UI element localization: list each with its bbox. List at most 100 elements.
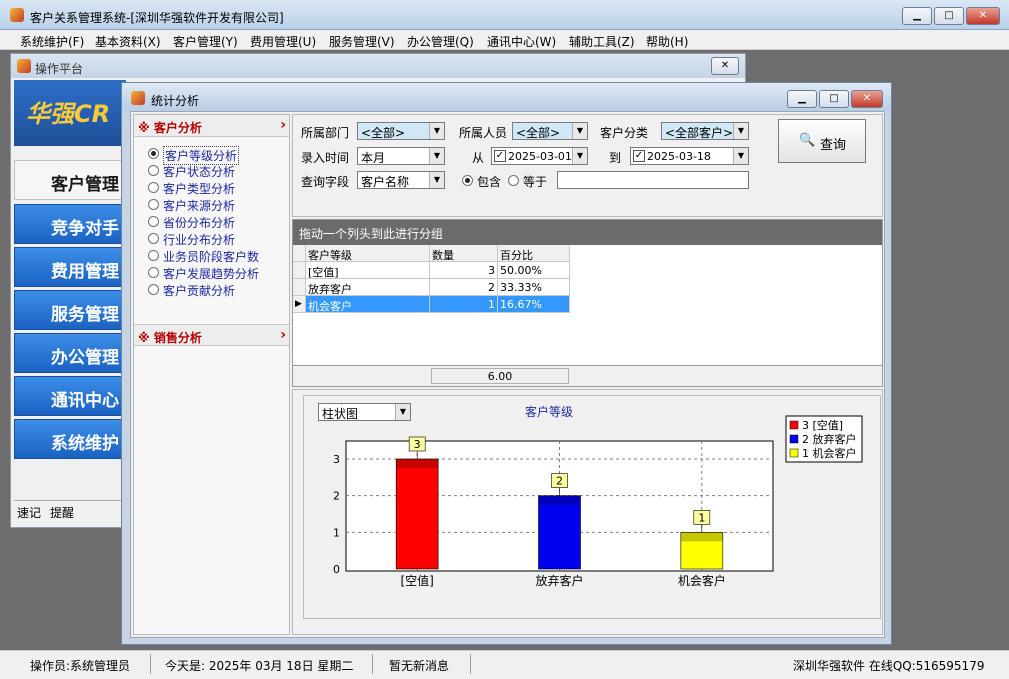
nav-expense-management[interactable]: 费用管理: [14, 247, 126, 287]
nav-service-management[interactable]: 服务管理: [14, 290, 126, 330]
customer-analysis-header[interactable]: ※ 客户分析 ›: [134, 115, 289, 137]
bar-0: [395, 458, 439, 570]
company-status: 深圳华强软件 在线QQ:516595179: [793, 659, 985, 673]
table-cell[interactable]: 放弃客户: [306, 279, 430, 296]
statistics-window-titlebar: 统计分析 ▁ □ ✕: [122, 83, 891, 111]
menu-item-service[interactable]: 服务管理(V): [329, 33, 395, 50]
column-header-percent[interactable]: 百分比: [498, 245, 570, 262]
y-tick-label: 1: [333, 526, 340, 539]
statistics-window-title: 统计分析: [151, 94, 200, 108]
nav-customer-management[interactable]: 客户管理: [14, 160, 126, 200]
close-button[interactable]: ✕: [966, 7, 1000, 25]
main-window-title: 客户关系管理系统-[深圳华强软件开发有限公司]: [30, 11, 284, 25]
search-icon: 🔍: [799, 133, 816, 148]
menu-item-expense[interactable]: 费用管理(U): [250, 33, 316, 50]
minimize-button[interactable]: ▁: [787, 90, 817, 108]
x-tick-label: 放弃客户: [535, 573, 583, 588]
dept-label: 所属部门: [301, 126, 350, 140]
radio-selected-icon: [462, 175, 473, 186]
checkbox-checked-icon: ✓: [494, 150, 506, 162]
section-marker-icon: ※: [138, 121, 150, 135]
dropdown-arrow-icon: ▼: [429, 148, 444, 164]
y-tick-label: 0: [333, 563, 340, 576]
statistics-content: ※ 客户分析 › 客户等级分析 客户状态分析 客户类型分析 客户来源分析 省份分…: [130, 111, 885, 638]
legend-entry: 1 机会客户: [802, 446, 857, 460]
dropdown-arrow-icon: ▼: [429, 123, 444, 139]
to-date-picker[interactable]: ✓ 2025-03-18 ▼: [630, 147, 749, 165]
status-separator: [470, 654, 471, 674]
minimize-button[interactable]: ▁: [902, 7, 932, 25]
chart-panel: 柱状图 ▼ 客户等级 0 1 2 3 3 [空值] 2 放弃客户 1 机会客户 3 [空值] 2 放弃客户…: [292, 389, 883, 635]
analysis-navigator: ※ 客户分析 › 客户等级分析 客户状态分析 客户类型分析 客户来源分析 省份分…: [133, 114, 290, 635]
radio-selected-icon: [148, 148, 159, 159]
table-cell-selected[interactable]: 1: [430, 296, 498, 313]
close-button[interactable]: ✕: [851, 90, 883, 108]
menu-bar: 系统维护(F) 基本资料(X) 客户管理(Y) 费用管理(U) 服务管理(V) …: [0, 30, 1009, 50]
close-icon[interactable]: ✕: [711, 57, 739, 75]
table-cell[interactable]: 50.00%: [498, 262, 570, 279]
section-marker-icon: ※: [138, 331, 150, 345]
chevron-right-icon: ›: [280, 117, 286, 133]
person-label: 所属人员: [459, 126, 508, 140]
nav-communication-center[interactable]: 通讯中心: [14, 376, 126, 416]
menu-item-office[interactable]: 办公管理(Q): [407, 33, 474, 50]
row-indicator: [293, 279, 306, 296]
menu-item-communication[interactable]: 通讯中心(W): [487, 33, 556, 50]
nav-system-maintenance[interactable]: 系统维护: [14, 419, 126, 459]
menu-item-help[interactable]: 帮助(H): [646, 33, 688, 50]
legend-swatch: [789, 434, 799, 444]
field-select[interactable]: 客户名称 ▼: [357, 171, 445, 189]
field-label: 查询字段: [301, 175, 350, 189]
date-status: 今天是: 2025年 03月 18日 星期二: [165, 659, 354, 673]
chart-frame: 柱状图 ▼ 客户等级 0 1 2 3 3 [空值] 2 放弃客户 1 机会客户 3 [空值] 2 放弃客户…: [303, 395, 881, 619]
brand-banner: 华强CR: [14, 80, 126, 146]
column-header-count[interactable]: 数量: [430, 245, 498, 262]
row-indicator-header: [293, 245, 306, 262]
result-grid: 拖动一个列头到此进行分组 客户等级 数量 百分比 [空值] 3 50.00% 放…: [292, 219, 883, 387]
table-cell[interactable]: 2: [430, 279, 498, 296]
dropdown-arrow-icon: ▼: [572, 123, 587, 139]
search-text-input[interactable]: [557, 171, 749, 189]
maximize-button[interactable]: □: [819, 90, 849, 108]
total-count: 6.00: [431, 368, 569, 384]
nav-competitors[interactable]: 竞争对手: [14, 204, 126, 244]
menu-item-basic-data[interactable]: 基本资料(X): [95, 33, 161, 50]
tab-reminders[interactable]: 提醒: [50, 504, 74, 521]
table-cell[interactable]: 3: [430, 262, 498, 279]
restore-button[interactable]: □: [934, 7, 964, 25]
sales-analysis-header[interactable]: ※ 销售分析 ›: [134, 324, 289, 346]
legend-swatch: [789, 448, 799, 458]
table-cell-selected[interactable]: 机会客户: [306, 296, 430, 313]
menu-item-customer[interactable]: 客户管理(Y): [173, 33, 238, 50]
time-label: 录入时间: [301, 151, 350, 165]
group-by-bar[interactable]: 拖动一个列头到此进行分组: [293, 220, 882, 245]
main-title-bar: 客户关系管理系统-[深圳华强软件开发有限公司] ▁ □ ✕: [0, 0, 1009, 30]
query-filter-panel: 所属部门 <全部> ▼ 所属人员 <全部> ▼ 客户分类 <全部客户> ▼ 录入时间 …: [292, 114, 883, 217]
grid-footer: 6.00: [293, 365, 882, 386]
bar-top-1: [538, 495, 581, 505]
category-select[interactable]: <全部客户> ▼: [661, 122, 749, 140]
person-select[interactable]: <全部> ▼: [512, 122, 588, 140]
dropdown-arrow-icon: ▼: [733, 123, 748, 139]
bar-1: [538, 495, 581, 570]
nav-office-management[interactable]: 办公管理: [14, 333, 126, 373]
table-cell-selected[interactable]: 16.67%: [498, 296, 570, 313]
table-cell[interactable]: 33.33%: [498, 279, 570, 296]
menu-item-tools[interactable]: 辅助工具(Z): [569, 33, 635, 50]
category-label: 客户分类: [600, 126, 649, 140]
y-tick-label: 3: [333, 453, 340, 466]
time-select[interactable]: 本月 ▼: [357, 147, 445, 165]
query-button[interactable]: 🔍 查询: [778, 119, 866, 163]
tab-quick-notes[interactable]: 速记: [17, 504, 41, 521]
window-icon: [131, 91, 145, 105]
menu-item-system[interactable]: 系统维护(F): [20, 33, 84, 50]
column-header-level[interactable]: 客户等级: [306, 245, 430, 262]
table-cell[interactable]: [空值]: [306, 262, 430, 279]
row-indicator: [293, 262, 306, 279]
bar-top-2: [680, 532, 723, 542]
dept-select[interactable]: <全部> ▼: [357, 122, 445, 140]
x-tick-label: 机会客户: [678, 573, 726, 588]
from-date-picker[interactable]: ✓ 2025-03-01 ▼: [491, 147, 588, 165]
brand-logo-text: 华强CR: [26, 100, 111, 128]
checkbox-checked-icon: ✓: [633, 150, 645, 162]
